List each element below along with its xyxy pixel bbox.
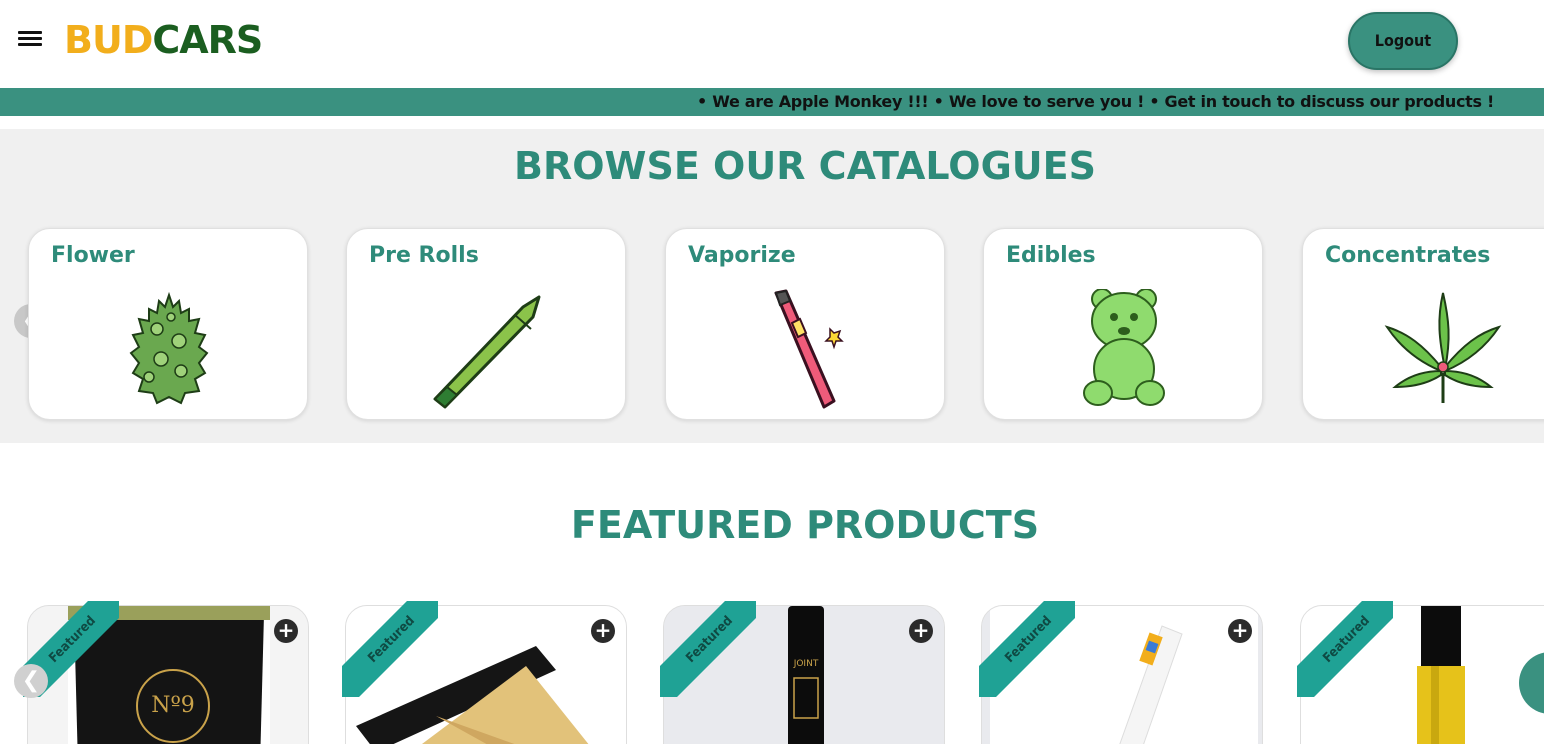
product-card[interactable]	[1300, 605, 1544, 744]
flower-bud-icon	[129, 291, 209, 405]
category-label: Vaporize	[688, 243, 796, 268]
vape-cart-white-photo	[982, 606, 1262, 744]
product-card[interactable]: JOINT +	[663, 605, 945, 744]
package-text: Nº9	[151, 693, 195, 718]
plus-circle-icon[interactable]: +	[909, 619, 933, 643]
category-label: Flower	[51, 243, 135, 268]
plus-circle-icon[interactable]: +	[591, 619, 615, 643]
cannabis-leaf-icon	[1384, 292, 1502, 403]
package-text: JOINT	[793, 659, 819, 669]
category-label: Concentrates	[1325, 243, 1491, 268]
site-header: BUDCARS Logout	[0, 0, 1544, 88]
vape-cart-yellow-photo	[1301, 606, 1544, 744]
vape-pen-icon	[774, 289, 844, 409]
plus-circle-icon[interactable]: +	[1228, 619, 1252, 643]
product-card[interactable]: Nº9 +	[27, 605, 309, 744]
category-card-flower[interactable]: Flower	[28, 228, 308, 420]
gummy-bear-icon	[1083, 289, 1165, 406]
product-card[interactable]: +	[345, 605, 627, 744]
category-card-edibles[interactable]: Edibles	[983, 228, 1263, 420]
hamburger-menu-icon[interactable]	[16, 28, 44, 52]
catalogue-section: BROWSE OUR CATALOGUES ❮ Flower Pre Rolls…	[0, 129, 1544, 443]
ticker-text: • We are Apple Monkey !!! • We love to s…	[697, 92, 1494, 111]
sunflower-bag-photo: Nº9	[28, 606, 308, 744]
logo-bud: BUD	[64, 18, 153, 62]
category-card-vaporize[interactable]: Vaporize	[665, 228, 945, 420]
joint-tube-photo: JOINT	[664, 606, 944, 744]
pre-roll-icon	[433, 295, 541, 409]
product-card[interactable]: +	[981, 605, 1263, 744]
pre-roll-tube-photo	[346, 606, 626, 744]
plus-circle-icon[interactable]: +	[274, 619, 298, 643]
site-logo[interactable]: BUDCARS	[64, 16, 263, 64]
logout-button[interactable]: Logout	[1348, 12, 1458, 70]
category-card-concentrates[interactable]: Concentrates	[1302, 228, 1544, 420]
announcement-ticker: • We are Apple Monkey !!! • We love to s…	[0, 88, 1544, 116]
category-label: Pre Rolls	[369, 243, 479, 268]
products-prev-arrow-icon[interactable]: ❮	[14, 664, 48, 698]
category-card-pre-rolls[interactable]: Pre Rolls	[346, 228, 626, 420]
logo-cars: CARS	[152, 18, 263, 62]
category-label: Edibles	[1006, 243, 1096, 268]
catalogue-title: BROWSE OUR CATALOGUES	[514, 144, 1096, 188]
featured-title: FEATURED PRODUCTS	[570, 503, 1040, 547]
